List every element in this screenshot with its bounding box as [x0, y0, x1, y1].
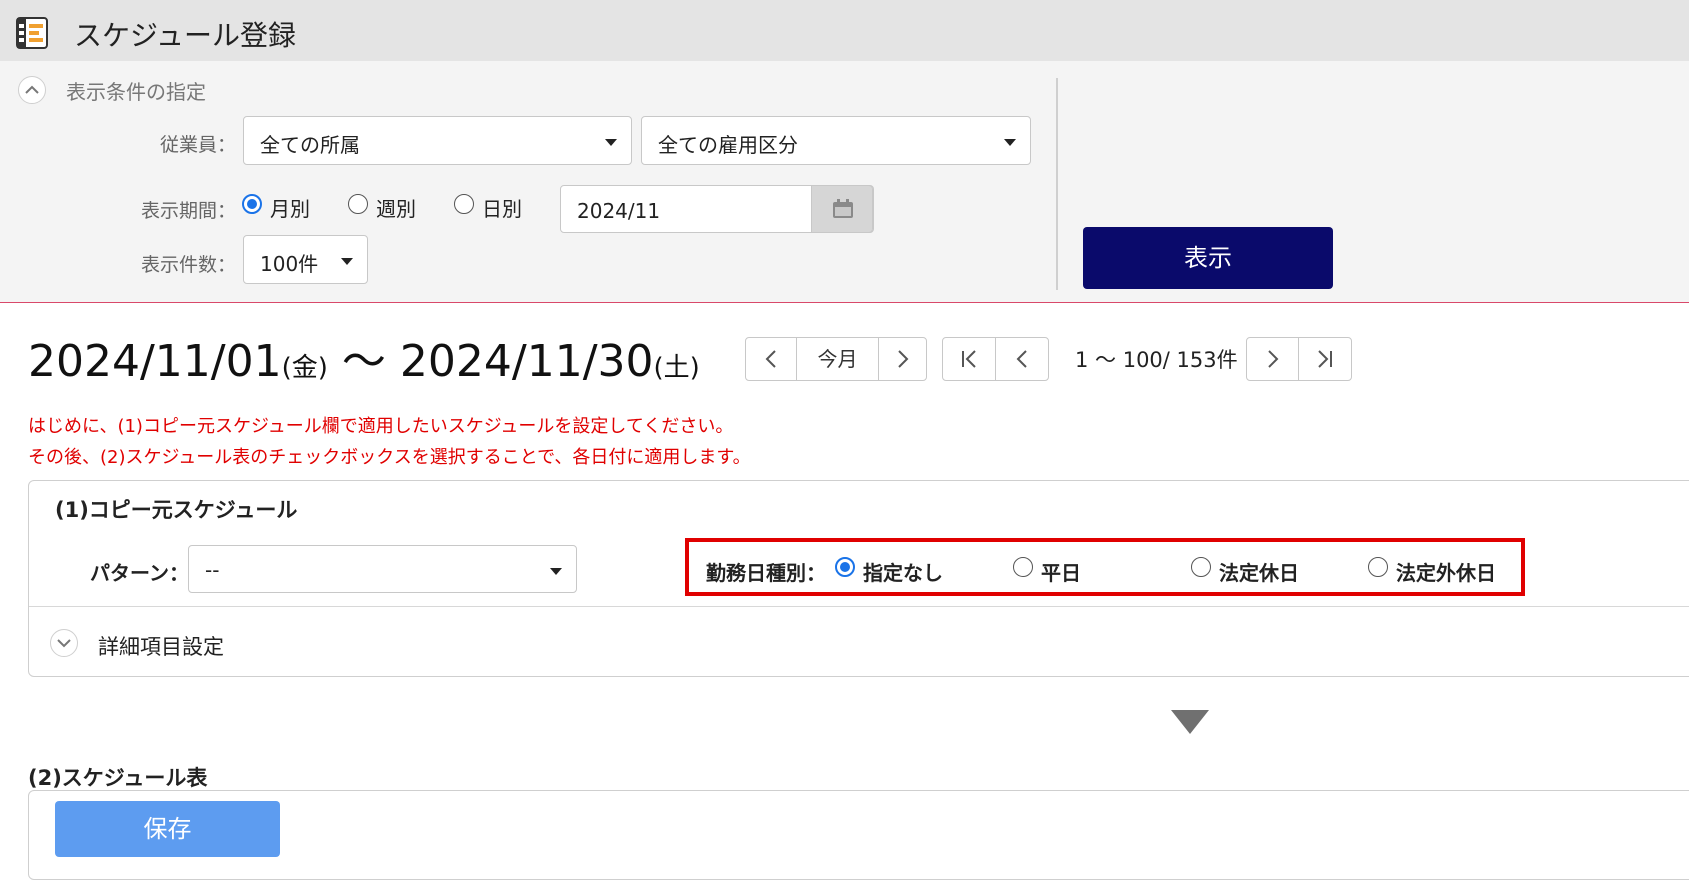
caret-down-icon: [341, 258, 353, 265]
chevron-down-icon: [57, 639, 71, 648]
chevron-right-icon: [1267, 350, 1278, 368]
first-page-button[interactable]: [943, 338, 996, 380]
workday-radio-weekday[interactable]: [1013, 557, 1033, 577]
count-select[interactable]: 100件: [243, 235, 368, 284]
workday-option-legal-holiday[interactable]: 法定休日: [1219, 557, 1299, 586]
workday-radio-none[interactable]: [835, 557, 855, 577]
range-end-day: (土): [653, 353, 700, 383]
panel-divider: [1056, 78, 1058, 290]
period-option-monthly[interactable]: 月別: [270, 193, 310, 222]
collapse-conditions-button[interactable]: [18, 76, 46, 104]
workday-option-none[interactable]: 指定なし: [863, 557, 943, 586]
chevron-right-icon: [897, 350, 908, 368]
period-label: 表示期間：: [141, 200, 237, 222]
range-tilde: ～: [341, 336, 386, 387]
page-navigation-end: [1246, 337, 1352, 381]
pattern-select-value: --: [205, 558, 220, 582]
workday-option-weekday[interactable]: 平日: [1041, 557, 1081, 586]
period-month-value: 2024/11: [577, 199, 661, 223]
caret-down-icon: [605, 139, 617, 146]
page-title: スケジュール登録: [74, 19, 297, 52]
prev-month-button[interactable]: [746, 338, 797, 380]
caret-down-icon: [1004, 139, 1016, 146]
last-page-button[interactable]: [1299, 338, 1351, 380]
last-page-icon: [1318, 350, 1332, 368]
copy-source-title: (1)コピー元スケジュール: [55, 498, 298, 522]
department-select-value: 全ての所属: [260, 133, 360, 157]
conditions-section-title: 表示条件の指定: [66, 80, 206, 104]
next-page-button[interactable]: [1247, 338, 1299, 380]
month-navigation: 今月: [745, 337, 927, 381]
workday-radio-non-legal-holiday[interactable]: [1368, 557, 1388, 577]
next-month-button[interactable]: [879, 338, 926, 380]
first-page-icon: [962, 350, 976, 368]
period-option-weekly[interactable]: 週別: [376, 193, 416, 222]
range-end: 2024/11/30: [399, 336, 654, 387]
detail-settings-label[interactable]: 詳細項目設定: [98, 631, 224, 661]
schedule-list-icon: [16, 17, 48, 49]
show-button[interactable]: 表示: [1083, 227, 1333, 289]
page-info: 1 ～ 100/ 153件: [1075, 348, 1238, 372]
period-radio-weekly[interactable]: [348, 194, 368, 214]
date-range-heading: 2024/11/01(金) ～ 2024/11/30(土): [28, 325, 700, 389]
range-start-day: (金): [281, 353, 328, 383]
save-button[interactable]: 保存: [55, 801, 280, 857]
workday-radio-legal-holiday[interactable]: [1191, 557, 1211, 577]
instruction-note-2: その後、(2)スケジュール表のチェックボックスを選択することで、各日付に適用しま…: [28, 447, 751, 468]
chevron-up-icon: [25, 85, 39, 94]
range-start: 2024/11/01: [28, 336, 282, 387]
department-select[interactable]: 全ての所属: [243, 116, 632, 165]
count-label: 表示件数：: [141, 254, 237, 276]
period-option-daily[interactable]: 日別: [482, 193, 522, 222]
employment-select-value: 全ての雇用区分: [658, 133, 798, 157]
this-month-button[interactable]: 今月: [797, 338, 879, 380]
prev-page-button[interactable]: [996, 338, 1048, 380]
period-radio-monthly[interactable]: [242, 194, 262, 214]
count-select-value: 100件: [260, 252, 319, 276]
chevron-left-icon: [765, 350, 776, 368]
instruction-note-1: はじめに、(1)コピー元スケジュール欄で適用したいスケジュールを設定してください…: [28, 416, 734, 437]
card-divider: [29, 606, 1689, 607]
workday-option-non-legal-holiday[interactable]: 法定外休日: [1396, 557, 1496, 586]
calendar-button[interactable]: [811, 185, 873, 233]
employment-type-select[interactable]: 全ての雇用区分: [641, 116, 1031, 165]
workday-type-label: 勤務日種別：: [706, 561, 826, 585]
caret-down-icon: [550, 568, 562, 575]
calendar-icon: [833, 199, 853, 218]
flow-arrow-down-icon: [1171, 710, 1209, 734]
page-navigation-start: [942, 337, 1049, 381]
period-radio-daily[interactable]: [454, 194, 474, 214]
schedule-table-title: (2)スケジュール表: [28, 766, 208, 790]
pattern-label: パターン：: [90, 561, 189, 585]
pattern-select[interactable]: --: [188, 545, 577, 593]
chevron-left-icon: [1016, 350, 1027, 368]
employee-label: 従業員：: [160, 134, 237, 156]
expand-details-button[interactable]: [50, 629, 78, 657]
